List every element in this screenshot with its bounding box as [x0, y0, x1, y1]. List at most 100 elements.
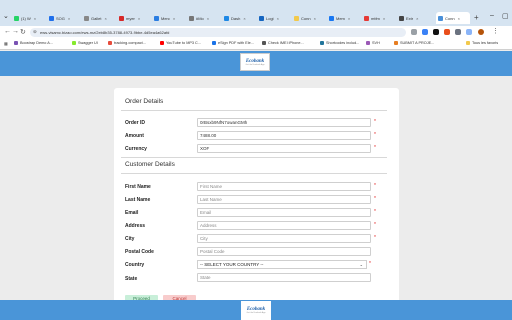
divider	[121, 173, 387, 174]
reload-icon[interactable]: ↻	[20, 28, 26, 36]
folder-icon	[466, 41, 470, 45]
amount-field[interactable]	[197, 131, 371, 140]
bookmark-label: YouTube to MP3 C...	[166, 41, 201, 45]
required-marker: *	[374, 209, 376, 215]
browser-tab[interactable]: Conn ×	[436, 12, 470, 24]
browser-tab[interactable]: Dash ×	[222, 12, 254, 24]
extensions-puzzle-icon[interactable]	[455, 29, 461, 35]
tab-close-icon[interactable]: ×	[314, 16, 316, 21]
tab-label: Mem	[336, 15, 345, 21]
bookmark-link[interactable]: Boostrap Demo A...	[14, 41, 53, 45]
browser-tab[interactable]: myer ×	[117, 12, 149, 24]
browser-tab[interactable]: Conn ×	[292, 12, 324, 24]
apps-grid-icon[interactable]: ▦	[4, 41, 8, 46]
extension-icon[interactable]	[422, 29, 428, 35]
tab-favicon-icon	[224, 15, 229, 21]
country-select[interactable]: -- SELECT YOUR COUNTRY -- ⌄	[197, 260, 367, 269]
tab-close-icon[interactable]: ×	[68, 16, 70, 21]
divider	[121, 157, 387, 158]
tab-close-icon[interactable]: ×	[383, 16, 385, 21]
browser-tab[interactable]: Mem ×	[327, 12, 359, 24]
city-field[interactable]	[197, 234, 371, 243]
browser-tab[interactable]: (1) W ×	[12, 12, 44, 24]
state-label: State	[125, 276, 138, 282]
tab-close-icon[interactable]: ×	[207, 16, 209, 21]
bookmark-label: Shortcodes includ...	[326, 41, 360, 45]
tab-close-icon[interactable]: ×	[416, 16, 418, 21]
amount-label: Amount	[125, 133, 144, 139]
tab-favicon-icon	[399, 15, 404, 21]
browser-tab[interactable]: #Mo ×	[187, 12, 219, 24]
browser-tab[interactable]: mtfm ×	[362, 12, 394, 24]
bookmark-link[interactable]: eSign PDF with Ele...	[212, 41, 254, 45]
new-tab-button[interactable]: +	[474, 13, 479, 22]
browser-tab[interactable]: Gallet ×	[82, 12, 114, 24]
tab-close-icon[interactable]: ×	[458, 16, 460, 21]
minimize-icon[interactable]: –	[490, 12, 494, 19]
first-name-field[interactable]	[197, 182, 371, 191]
extension-icon[interactable]	[444, 29, 450, 35]
required-marker: *	[374, 196, 376, 202]
bookmark-link[interactable]: Shortcodes includ...	[320, 41, 359, 45]
required-marker: *	[374, 132, 376, 138]
divider	[121, 110, 387, 111]
tab-close-icon[interactable]: ×	[277, 16, 279, 21]
browser-tab[interactable]: Logi ×	[257, 12, 289, 24]
order-details-title: Order Details	[125, 98, 164, 105]
tab-close-icon[interactable]: ×	[348, 16, 350, 21]
tab-label: Logi	[266, 15, 274, 21]
sidebar-icon[interactable]	[466, 29, 472, 35]
address-field[interactable]	[197, 221, 371, 230]
bookmark-link[interactable]: SVH	[366, 41, 380, 45]
customer-details-title: Customer Details	[125, 161, 175, 168]
url-field[interactable]: ⊜ ews-visamc.bizao.com/ews-mz/2eb8b35-37…	[30, 28, 406, 37]
tab-close-icon[interactable]: ×	[34, 16, 36, 21]
order-id-label: Order ID	[125, 120, 146, 126]
first-name-label: First Name	[125, 184, 151, 190]
tab-label: Dash	[231, 15, 241, 21]
browser-tab[interactable]: Merc ×	[152, 12, 184, 24]
tab-search-icon[interactable]: ⌄	[3, 12, 9, 20]
tab-favicon-icon	[84, 15, 89, 21]
email-field[interactable]	[197, 208, 371, 217]
bookmark-favicon-icon	[108, 41, 112, 45]
browser-tab[interactable]: Extr ×	[397, 12, 429, 24]
country-label: Country	[125, 262, 145, 268]
tab-favicon-icon	[364, 15, 369, 21]
tab-favicon-icon	[49, 15, 54, 21]
required-marker: *	[374, 235, 376, 241]
more-menu-icon[interactable]: ⋮	[492, 27, 499, 35]
extension-icon[interactable]	[433, 29, 439, 35]
all-bookmarks-link[interactable]: Tous les favoris	[466, 41, 498, 45]
tab-favicon-icon	[119, 15, 124, 21]
profile-avatar[interactable]	[478, 29, 484, 35]
bookmark-link[interactable]: YouTube to MP3 C...	[160, 41, 201, 45]
bookmark-link[interactable]: Swagger UI	[72, 41, 98, 45]
bookmark-favicon-icon	[262, 41, 266, 45]
tab-close-icon[interactable]: ×	[138, 16, 140, 21]
tab-favicon-icon	[14, 15, 19, 21]
postal-code-field[interactable]	[197, 247, 371, 256]
tab-close-icon[interactable]: ×	[173, 16, 175, 21]
currency-field[interactable]	[197, 144, 371, 153]
order-id-field[interactable]	[197, 118, 371, 127]
postal-code-label: Postal Code	[125, 249, 154, 255]
bookmark-link[interactable]: SUBMIT A PROJE...	[394, 41, 434, 45]
bookmark-favicon-icon	[366, 41, 370, 45]
site-info-icon[interactable]: ⊜	[33, 29, 37, 35]
browser-tab[interactable]: SOG ×	[47, 12, 79, 24]
bookmark-favicon-icon	[14, 41, 18, 45]
last-name-field[interactable]	[197, 195, 371, 204]
tab-close-icon[interactable]: ×	[243, 16, 245, 21]
forward-icon[interactable]: →	[12, 28, 19, 35]
last-name-label: Last Name	[125, 197, 151, 203]
tab-favicon-icon	[154, 15, 159, 21]
state-field[interactable]	[197, 273, 371, 282]
bookmark-link[interactable]: tracking.compact...	[108, 41, 146, 45]
back-icon[interactable]: ←	[4, 28, 11, 35]
bookmark-label: Boostrap Demo A...	[20, 41, 53, 45]
bookmark-link[interactable]: Check IMEI iPhone...	[262, 41, 304, 45]
tab-close-icon[interactable]: ×	[104, 16, 106, 21]
cast-icon[interactable]	[411, 29, 417, 35]
maximize-icon[interactable]: ▢	[502, 12, 509, 20]
